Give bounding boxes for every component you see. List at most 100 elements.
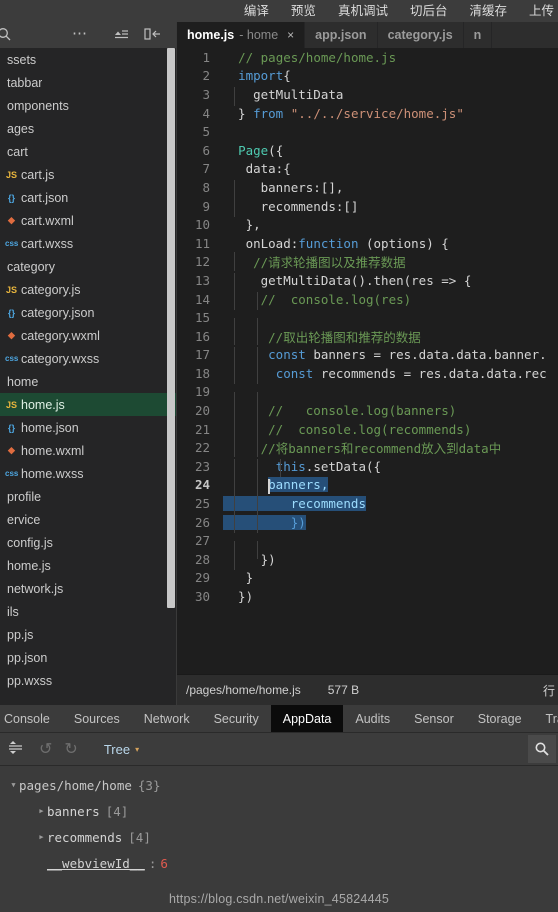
file-tree-item[interactable]: config.js bbox=[0, 531, 177, 554]
devtools-tab[interactable]: Audits bbox=[343, 705, 402, 732]
devtools-tab[interactable]: Trace bbox=[534, 705, 558, 732]
redo-icon[interactable]: ↻ bbox=[64, 739, 77, 759]
file-tree-item[interactable]: css category.wxss bbox=[0, 347, 177, 370]
code-line[interactable]: 17 const banners = res.data.data.banner. bbox=[177, 346, 558, 366]
devtools-tab[interactable]: Console bbox=[0, 705, 62, 732]
file-tree-item[interactable]: pp.json bbox=[0, 646, 177, 669]
file-tree-item[interactable]: tabbar bbox=[0, 71, 177, 94]
file-tree-item[interactable]: css home.wxss bbox=[0, 462, 177, 485]
code-editor[interactable]: 1 // pages/home/home.js 2 import{3 getMul… bbox=[177, 48, 558, 674]
menu-item-device-debug[interactable]: 真机调试 bbox=[327, 0, 399, 22]
file-tree-item[interactable]: omponents bbox=[0, 94, 177, 117]
menu-item-background[interactable]: 切后台 bbox=[399, 0, 459, 22]
chevron-down-icon[interactable]: ▼ bbox=[8, 781, 19, 789]
code-line[interactable]: 26 }) bbox=[177, 513, 558, 534]
code-line[interactable]: 29 } bbox=[177, 569, 558, 588]
collapse-all-icon[interactable] bbox=[113, 26, 129, 47]
code-line[interactable]: 1 // pages/home/home.js bbox=[177, 48, 558, 67]
view-mode-selector[interactable]: Tree ▾ bbox=[104, 742, 139, 757]
code-line[interactable]: 2 import{ bbox=[177, 67, 558, 86]
code-line[interactable]: 14 // console.log(res) bbox=[177, 290, 558, 311]
devtools-tab[interactable]: Sensor bbox=[402, 705, 466, 732]
file-tree-item[interactable]: profile bbox=[0, 485, 177, 508]
chevron-right-icon[interactable]: ▶ bbox=[36, 807, 47, 815]
editor-tab[interactable]: category.js bbox=[378, 22, 464, 48]
file-tree-item[interactable]: ages bbox=[0, 117, 177, 140]
sidebar-scrollbar[interactable] bbox=[167, 48, 175, 608]
appdata-tree-row[interactable]: ▶ recommends [4] bbox=[0, 824, 558, 850]
code-line[interactable]: 8 banners:[], bbox=[177, 178, 558, 199]
file-tree-item[interactable]: {} home.json bbox=[0, 416, 177, 439]
menu-item-compile[interactable]: 编译 bbox=[233, 0, 280, 22]
undo-icon[interactable]: ↺ bbox=[39, 739, 52, 759]
file-tree-item[interactable]: JS category.js bbox=[0, 278, 177, 301]
file-tree-item[interactable]: network.js bbox=[0, 577, 177, 600]
code-line[interactable]: 12 //请求轮播图以及推荐数据 bbox=[177, 252, 558, 272]
code-line[interactable]: 24 banners, bbox=[177, 476, 558, 497]
file-tree-item[interactable]: ssets bbox=[0, 48, 177, 71]
appdata-tree-row[interactable]: __webviewId__:6 bbox=[0, 850, 558, 876]
file-tree-item[interactable]: category bbox=[0, 255, 177, 278]
menu-item-clear-cache[interactable]: 清缓存 bbox=[458, 0, 518, 22]
editor-tab[interactable]: n bbox=[464, 22, 493, 48]
menu-item-upload[interactable]: 上传 bbox=[518, 0, 554, 22]
devtools-tab-bar[interactable]: Console Sources Network Security AppData Audi… bbox=[0, 705, 558, 733]
code-line[interactable]: 3 getMultiData bbox=[177, 85, 558, 106]
file-tree-item[interactable]: ils bbox=[0, 600, 177, 623]
code-line[interactable]: 20 // console.log(banners) bbox=[177, 401, 558, 422]
code-line[interactable]: 28 }) bbox=[177, 550, 558, 571]
file-tree-item[interactable]: ◆ category.wxml bbox=[0, 324, 177, 347]
file-tree-item[interactable]: ◆ home.wxml bbox=[0, 439, 177, 462]
code-line[interactable]: 13 getMultiData().then(res => { bbox=[177, 271, 558, 292]
toggle-panel-icon[interactable] bbox=[143, 26, 161, 47]
file-tree-item[interactable]: css cart.wxss bbox=[0, 232, 177, 255]
editor-tab[interactable]: app.json bbox=[305, 22, 378, 48]
code-line[interactable]: 11 onLoad:function (options) { bbox=[177, 234, 558, 253]
code-line[interactable]: 7 data:{ bbox=[177, 160, 558, 179]
file-tree-item[interactable]: pp.wxss bbox=[0, 669, 177, 692]
devtools-tab[interactable]: AppData bbox=[270, 705, 344, 732]
appdata-tree[interactable]: ▼ pages/home/home {3} ▶ banners [4] ▶ recommend… bbox=[0, 766, 558, 911]
code-line[interactable]: 21 // console.log(recommends) bbox=[177, 420, 558, 441]
appdata-tree-row[interactable]: ▶ banners [4] bbox=[0, 798, 558, 824]
appdata-tree-row[interactable]: ▼ pages/home/home {3} bbox=[0, 772, 558, 798]
code-line[interactable]: 27 bbox=[177, 531, 558, 560]
devtools-tab[interactable]: Sources bbox=[62, 705, 132, 732]
code-line[interactable]: 10 }, bbox=[177, 215, 558, 234]
file-tree-item[interactable]: ◆ cart.wxml bbox=[0, 209, 177, 232]
code-line[interactable]: 18 const recommends = res.data.data.rec bbox=[177, 364, 558, 385]
file-tree-item[interactable]: {} category.json bbox=[0, 301, 177, 324]
menu-item-preview[interactable]: 预览 bbox=[280, 0, 327, 22]
devtools-tab[interactable]: Security bbox=[202, 705, 271, 732]
file-tree-item[interactable]: JS cart.js bbox=[0, 163, 177, 186]
file-tree-item[interactable]: ervice bbox=[0, 508, 177, 531]
code-line[interactable]: 22 //将banners和recommend放入到data中 bbox=[177, 438, 558, 457]
code-line[interactable]: 23 this.setData({ bbox=[177, 457, 558, 478]
file-tree-item[interactable]: JS home.js bbox=[0, 393, 177, 416]
file-tree-item[interactable]: pp.js bbox=[0, 623, 177, 646]
code-line[interactable]: 4 } from "../../service/home.js" bbox=[177, 104, 558, 123]
expand-collapse-icon[interactable] bbox=[9, 740, 23, 759]
devtools-tab[interactable]: Network bbox=[132, 705, 202, 732]
code-line[interactable]: 19 bbox=[177, 383, 558, 411]
devtools-tab[interactable]: Storage bbox=[466, 705, 534, 732]
editor-tab-bar[interactable]: home.js - home × app.json category.js n bbox=[177, 22, 558, 48]
code-line[interactable]: 25 recommends bbox=[177, 494, 558, 515]
file-tree-item[interactable]: home.js bbox=[0, 554, 177, 577]
code-line[interactable]: 30 }) bbox=[177, 587, 558, 606]
code-line[interactable]: 6 Page({ bbox=[177, 141, 558, 160]
file-tree-item[interactable]: cart bbox=[0, 140, 177, 163]
search-icon[interactable] bbox=[0, 26, 12, 47]
chevron-right-icon[interactable]: ▶ bbox=[36, 833, 47, 841]
appdata-search-button[interactable] bbox=[528, 735, 556, 763]
code-line[interactable]: 9 recommends:[] bbox=[177, 197, 558, 218]
file-tree-item[interactable]: {} cart.json bbox=[0, 186, 177, 209]
close-icon[interactable]: × bbox=[287, 28, 294, 42]
file-tree-item[interactable]: home bbox=[0, 370, 177, 393]
code-line[interactable]: 5 bbox=[177, 122, 558, 141]
file-tree[interactable]: ssets tabbar omponents ages cart JS cart.js {} c… bbox=[0, 48, 177, 705]
more-options-icon[interactable]: ⋯ bbox=[72, 24, 88, 42]
code-line[interactable]: 15 bbox=[177, 308, 558, 337]
code-line[interactable]: 16 //取出轮播图和推荐的数据 bbox=[177, 326, 558, 346]
editor-tab[interactable]: home.js - home × bbox=[177, 22, 306, 48]
